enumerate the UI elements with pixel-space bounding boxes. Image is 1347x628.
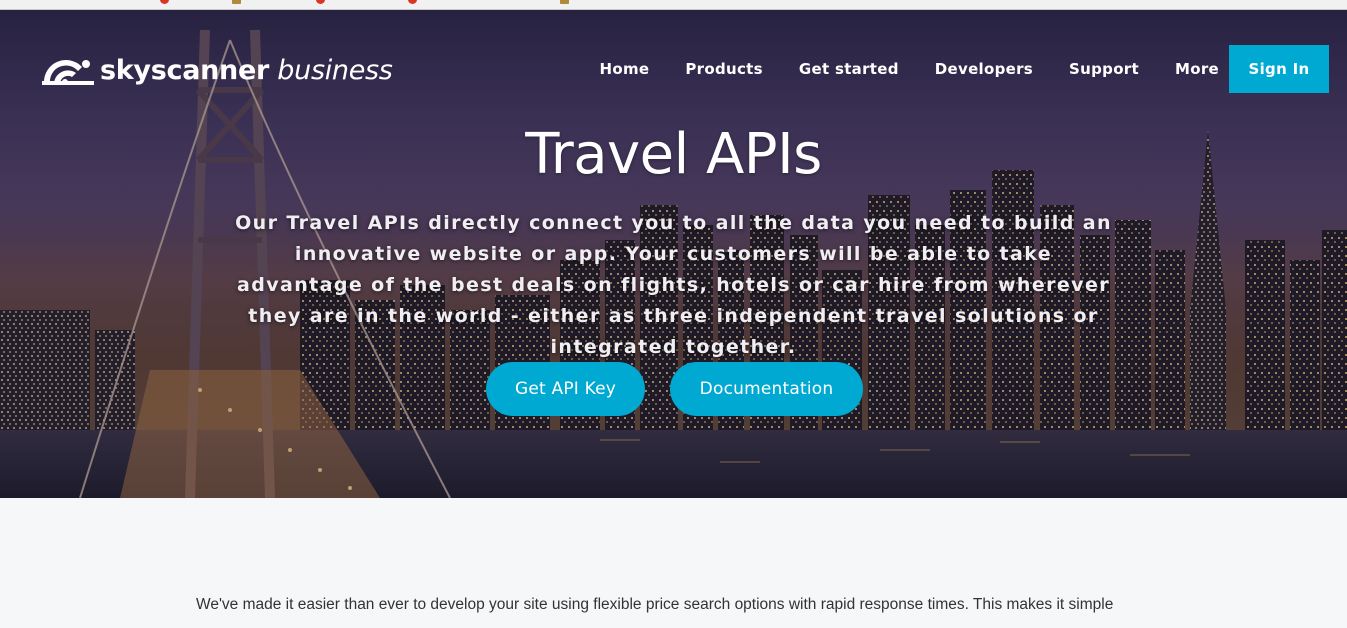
nav-products[interactable]: Products bbox=[685, 58, 763, 80]
sign-in-button[interactable]: Sign In bbox=[1229, 45, 1329, 93]
skyscanner-logo[interactable]: skyscanner business bbox=[42, 52, 393, 88]
logo-wordmark-light: business bbox=[277, 54, 393, 86]
bookmark-icon[interactable] bbox=[408, 0, 417, 4]
main-navigation: Home Products Get started Developers Sup… bbox=[564, 58, 1220, 80]
hero-title: Travel APIs bbox=[525, 122, 822, 187]
browser-bookmarks-strip bbox=[0, 0, 1347, 10]
folder-icon[interactable] bbox=[560, 0, 569, 4]
logo-wordmark-bold: skyscanner bbox=[100, 54, 269, 86]
hero-description: Our Travel APIs directly connect you to … bbox=[235, 212, 1112, 358]
hero-section: skyscanner business Home Products Get st… bbox=[0, 10, 1347, 498]
nav-home[interactable]: Home bbox=[600, 58, 650, 80]
nav-get-started[interactable]: Get started bbox=[799, 58, 899, 80]
folder-icon[interactable] bbox=[232, 0, 241, 4]
skyscanner-sunrise-icon bbox=[42, 60, 94, 85]
documentation-button[interactable]: Documentation bbox=[670, 362, 863, 416]
site-header: skyscanner business Home Products Get st… bbox=[0, 10, 1347, 120]
get-api-key-button[interactable]: Get API Key bbox=[486, 362, 645, 416]
nav-more[interactable]: More bbox=[1175, 58, 1219, 80]
logo-wordmark: skyscanner business bbox=[100, 55, 393, 86]
bookmark-icon[interactable] bbox=[160, 0, 169, 4]
nav-support[interactable]: Support bbox=[1069, 58, 1139, 80]
intro-paragraph: We've made it easier than ever to develo… bbox=[196, 596, 1114, 613]
bookmark-icon[interactable] bbox=[316, 0, 325, 4]
nav-developers[interactable]: Developers bbox=[935, 58, 1033, 80]
